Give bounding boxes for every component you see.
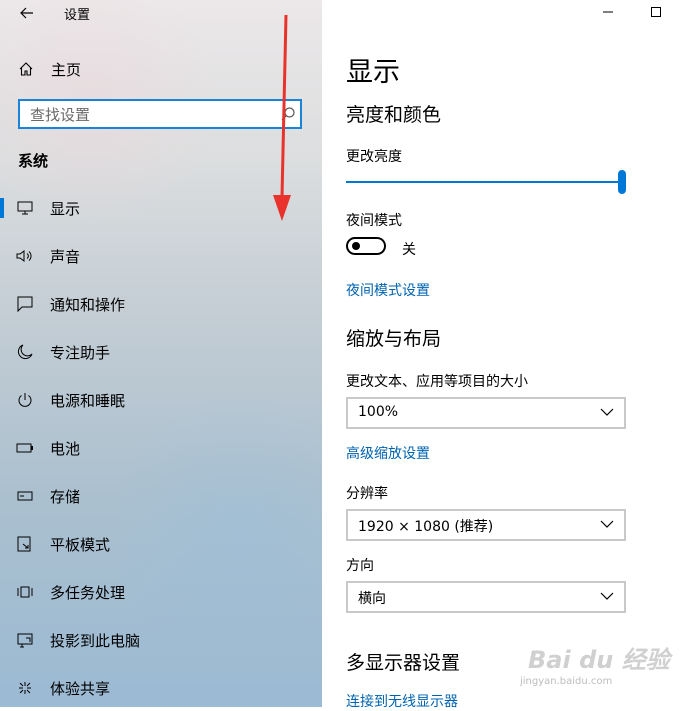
project-icon	[12, 632, 38, 648]
speaker-icon	[12, 249, 38, 263]
advanced-scale-link[interactable]: 高级缩放设置	[346, 443, 430, 463]
resolution-label: 分辨率	[346, 486, 388, 502]
monitor-icon	[12, 201, 38, 215]
maximize-icon	[651, 7, 661, 17]
chevron-down-icon	[600, 592, 614, 600]
sidebar-item-storage[interactable]: 存储	[0, 476, 322, 516]
night-mode-label: 夜间模式	[346, 213, 402, 229]
sidebar-item-battery[interactable]: 电池	[0, 428, 322, 468]
red-arrow-annotation	[273, 15, 291, 221]
scale-dropdown[interactable]: 100%	[346, 397, 626, 429]
scale-section-title: 缩放与布局	[346, 328, 442, 350]
night-mode-state: 关	[402, 242, 416, 258]
sidebar-item-label: 专注助手	[50, 343, 111, 362]
sidebar-item-tablet-mode[interactable]: 平板模式	[0, 524, 322, 564]
sidebar-item-label: 声音	[50, 247, 81, 266]
baidu-watermark: Bai du 经验 jingyan.baidu.com	[520, 640, 670, 687]
multi-display-section-title: 多显示器设置	[346, 652, 461, 674]
orientation-dropdown[interactable]: 横向	[346, 581, 626, 613]
tablet-icon	[12, 536, 38, 552]
multitask-icon	[12, 584, 38, 600]
share-icon	[12, 680, 38, 696]
sidebar-item-label: 存储	[50, 487, 81, 506]
sidebar-item-label: 投影到此电脑	[50, 631, 141, 650]
scale-value: 100%	[358, 404, 399, 420]
sidebar-item-shared-experiences[interactable]: 体验共享	[0, 668, 322, 707]
sidebar-item-label: 显示	[50, 199, 81, 218]
moon-icon	[12, 344, 38, 360]
resolution-dropdown[interactable]: 1920 × 1080 (推荐)	[346, 509, 626, 541]
app-title: 设置	[64, 8, 91, 23]
scale-label: 更改文本、应用等项目的大小	[346, 374, 528, 390]
search-input[interactable]	[30, 105, 280, 125]
orientation-label: 方向	[346, 558, 374, 574]
page-title: 显示	[346, 57, 400, 88]
sidebar-item-label: 平板模式	[50, 535, 111, 554]
sidebar: 设置 主页 系统 显示 声音 通知和操作 专注助手 电源和睡眠 电池 存储	[0, 0, 322, 707]
sidebar-item-label: 多任务处理	[50, 583, 126, 602]
watermark-url: jingyan.baidu.com	[520, 676, 613, 687]
night-mode-toggle[interactable]	[346, 237, 386, 255]
sidebar-item-notifications[interactable]: 通知和操作	[0, 284, 322, 324]
toggle-knob	[352, 242, 360, 250]
search-box[interactable]	[18, 99, 302, 129]
minimize-button[interactable]	[596, 3, 620, 21]
sidebar-item-focus-assist[interactable]: 专注助手	[0, 332, 322, 372]
power-icon	[12, 392, 38, 408]
orientation-value: 横向	[358, 591, 386, 607]
brightness-label: 更改亮度	[346, 149, 402, 165]
brightness-section-title: 亮度和颜色	[346, 104, 442, 126]
back-button[interactable]	[12, 2, 42, 24]
storage-icon	[12, 491, 38, 501]
brightness-slider[interactable]	[346, 170, 626, 194]
sidebar-item-label: 体验共享	[50, 679, 111, 698]
minimize-icon	[603, 11, 613, 13]
resolution-value: 1920 × 1080 (推荐)	[358, 519, 494, 535]
slider-track	[346, 181, 622, 183]
slider-thumb[interactable]	[618, 170, 626, 194]
notification-icon	[12, 296, 38, 312]
chevron-down-icon	[600, 520, 614, 528]
sidebar-item-sound[interactable]: 声音	[0, 236, 322, 276]
wireless-display-link[interactable]: 连接到无线显示器	[346, 691, 458, 711]
home-icon	[13, 61, 39, 77]
night-mode-settings-link[interactable]: 夜间模式设置	[346, 280, 430, 300]
sidebar-item-label: 电池	[50, 439, 81, 458]
main-content: 显示 亮度和颜色 更改亮度 夜间模式 关 夜间模式设置 缩放与布局 更改文本、应…	[322, 0, 682, 710]
watermark-text: Bai du 经验	[528, 646, 670, 674]
chevron-down-icon	[600, 408, 614, 416]
battery-icon	[12, 443, 38, 453]
maximize-button[interactable]	[644, 3, 668, 21]
sidebar-item-project-to-pc[interactable]: 投影到此电脑	[0, 620, 322, 660]
home-label: 主页	[51, 60, 82, 79]
back-arrow-icon	[20, 7, 33, 19]
sidebar-item-multitasking[interactable]: 多任务处理	[0, 572, 322, 612]
sidebar-item-label: 电源和睡眠	[50, 391, 126, 410]
sidebar-item-power-sleep[interactable]: 电源和睡眠	[0, 380, 322, 420]
sidebar-item-label: 通知和操作	[50, 295, 126, 314]
section-title-system: 系统	[18, 152, 49, 170]
